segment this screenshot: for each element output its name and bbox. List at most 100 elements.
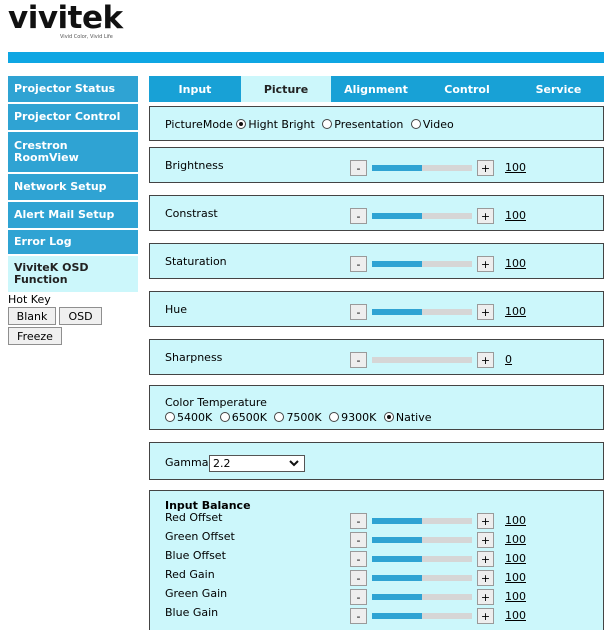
option-label: 9300K <box>341 411 377 424</box>
saturation-plus-button[interactable]: + <box>477 256 494 272</box>
blue-offset-slider[interactable] <box>372 556 472 562</box>
brightness-value[interactable]: 100 <box>505 161 526 174</box>
sidebar-item-network-setup[interactable]: Network Setup <box>8 174 138 200</box>
radio-icon <box>219 412 230 422</box>
picture-mode-label: PictureMode <box>165 118 233 131</box>
saturation-label: Staturation <box>165 255 227 268</box>
sharpness-minus-button[interactable]: - <box>350 352 367 368</box>
blue-gain-value[interactable]: 100 <box>505 609 526 622</box>
gamma-value: 2.2 <box>213 457 231 470</box>
contrast-value[interactable]: 100 <box>505 209 526 222</box>
vivitek-logo: vivitek Vivid Color, Vivid Life <box>8 2 123 40</box>
green-gain-plus-button[interactable]: + <box>477 589 494 605</box>
radio-selected-icon <box>236 119 247 129</box>
sidebar-item-label: Crestron RoomView <box>14 139 79 164</box>
slider-fill <box>372 309 422 315</box>
option-label: 7500K <box>286 411 322 424</box>
brightness-plus-button[interactable]: + <box>477 160 494 176</box>
sharpness-slider[interactable] <box>372 357 472 363</box>
red-offset-minus-button[interactable]: - <box>350 513 367 529</box>
color-temp-option-7500k[interactable]: 7500K <box>274 411 322 424</box>
color-temp-option-9300k[interactable]: 9300K <box>329 411 376 424</box>
hue-value[interactable]: 100 <box>505 305 526 318</box>
green-gain-minus-button[interactable]: - <box>350 589 367 605</box>
option-label: 6500K <box>231 411 267 424</box>
blue-offset-value[interactable]: 100 <box>505 552 526 565</box>
picture-mode-group: PictureMode Hight Bright Presentation Vi… <box>165 118 458 131</box>
sidebar-item-alert-mail-setup[interactable]: Alert Mail Setup <box>8 202 138 228</box>
green-gain-label: Green Gain <box>165 587 228 600</box>
tab-input[interactable]: Input <box>149 76 241 102</box>
blue-gain-minus-button[interactable]: - <box>350 608 367 624</box>
saturation-slider[interactable] <box>372 261 472 267</box>
hue-plus-button[interactable]: + <box>477 304 494 320</box>
tab-service[interactable]: Service <box>513 76 604 102</box>
blue-gain-slider[interactable] <box>372 613 472 619</box>
brightness-slider[interactable] <box>372 165 472 171</box>
red-gain-slider[interactable] <box>372 575 472 581</box>
option-label: Presentation <box>334 118 404 131</box>
osd-button[interactable]: OSD <box>59 307 102 325</box>
option-label: 5400K <box>177 411 213 424</box>
picture-mode-option-video[interactable]: Video <box>410 118 454 131</box>
sidebar-item-label: Error Log <box>14 235 72 248</box>
saturation-minus-button[interactable]: - <box>350 256 367 272</box>
tab-control[interactable]: Control <box>421 76 513 102</box>
gamma-select[interactable]: 2.2 <box>209 455 305 472</box>
sidebar-item-osd-function[interactable]: ViviteK OSD Function <box>8 256 138 292</box>
green-offset-slider[interactable] <box>372 537 472 543</box>
blank-button[interactable]: Blank <box>8 307 56 325</box>
blue-offset-minus-button[interactable]: - <box>350 551 367 567</box>
sharpness-value[interactable]: 0 <box>505 353 512 366</box>
blue-offset-label: Blue Offset <box>165 549 226 562</box>
blue-offset-plus-button[interactable]: + <box>477 551 494 567</box>
contrast-plus-button[interactable]: + <box>477 208 494 224</box>
slider-fill <box>372 556 422 562</box>
tab-picture[interactable]: Picture <box>241 76 331 102</box>
chevron-down-icon <box>289 456 299 475</box>
color-temp-option-native[interactable]: Native <box>383 411 432 424</box>
picture-mode-option-hight-bright[interactable]: Hight Bright <box>236 118 315 131</box>
red-offset-slider[interactable] <box>372 518 472 524</box>
brightness-label: Brightness <box>165 159 224 172</box>
slider-fill <box>372 594 422 600</box>
color-temp-option-6500k[interactable]: 6500K <box>219 411 267 424</box>
input-balance-panel: Input Balance Red Offset - +100 Green Offse… <box>149 490 604 630</box>
tab-alignment[interactable]: Alignment <box>331 76 421 102</box>
freeze-button[interactable]: Freeze <box>8 327 62 345</box>
gamma-panel: Gamma 2.2 <box>149 442 604 480</box>
saturation-value[interactable]: 100 <box>505 257 526 270</box>
slider-fill <box>372 613 422 619</box>
hue-minus-button[interactable]: - <box>350 304 367 320</box>
radio-icon <box>165 412 175 422</box>
contrast-slider[interactable] <box>372 213 472 219</box>
color-temperature-group: 5400K 6500K 7500K 9300K Native <box>165 411 436 424</box>
red-gain-value[interactable]: 100 <box>505 571 526 584</box>
red-gain-plus-button[interactable]: + <box>477 570 494 586</box>
hue-slider[interactable] <box>372 309 472 315</box>
hue-label: Hue <box>165 303 188 316</box>
picture-mode-option-presentation[interactable]: Presentation <box>322 118 403 131</box>
red-offset-plus-button[interactable]: + <box>477 513 494 529</box>
sharpness-plus-button[interactable]: + <box>477 352 494 368</box>
red-offset-value[interactable]: 100 <box>505 514 526 527</box>
option-label: Video <box>422 118 454 131</box>
red-gain-label: Red Gain <box>165 568 215 581</box>
sidebar-item-error-log[interactable]: Error Log <box>8 230 138 254</box>
green-offset-plus-button[interactable]: + <box>477 532 494 548</box>
red-gain-minus-button[interactable]: - <box>350 570 367 586</box>
sidebar-item-projector-status[interactable]: Projector Status <box>8 76 138 102</box>
brightness-minus-button[interactable]: - <box>350 160 367 176</box>
blue-gain-label: Blue Gain <box>165 606 219 619</box>
green-offset-value[interactable]: 100 <box>505 533 526 546</box>
slider-fill <box>372 165 422 171</box>
contrast-minus-button[interactable]: - <box>350 208 367 224</box>
green-gain-value[interactable]: 100 <box>505 590 526 603</box>
color-temp-option-5400k[interactable]: 5400K <box>165 411 212 424</box>
green-gain-slider[interactable] <box>372 594 472 600</box>
sidebar-item-projector-control[interactable]: Projector Control <box>8 104 138 130</box>
green-offset-label: Green Offset <box>165 530 235 543</box>
blue-gain-plus-button[interactable]: + <box>477 608 494 624</box>
green-offset-minus-button[interactable]: - <box>350 532 367 548</box>
sidebar-item-crestron-roomview[interactable]: Crestron RoomView <box>8 132 138 172</box>
